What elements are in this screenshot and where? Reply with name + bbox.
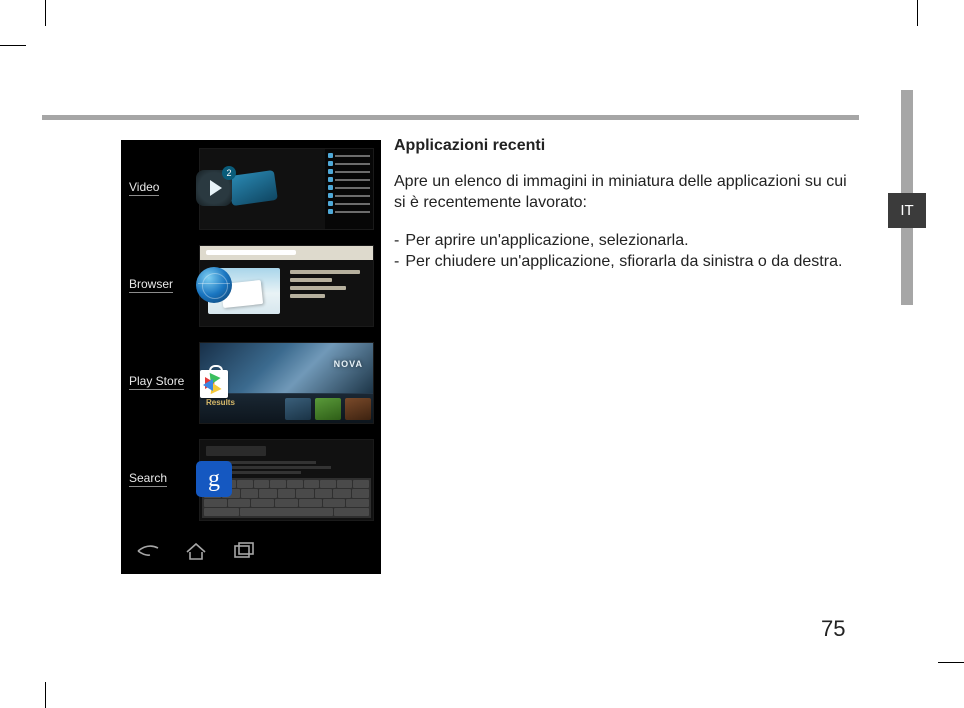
recent-app-label: Play Store [129,374,184,388]
body-text: Applicazioni recenti Apre un elenco di i… [394,135,854,273]
instruction-list: Per aprire un'applicazione, selezionarla… [394,230,854,273]
crop-mark [917,0,918,26]
video-play-icon: 2 [196,170,232,206]
recent-app-video[interactable]: 2 Video [121,140,381,237]
recent-app-label: Browser [129,277,173,291]
section-heading: Applicazioni recenti [394,135,854,157]
google-icon: g [196,461,232,497]
recent-app-label: Video [129,180,159,194]
recent-app-search[interactable]: g Search [121,431,381,528]
crop-mark [45,0,46,26]
globe-icon [196,267,232,303]
recent-app-playstore[interactable]: Play Store [121,334,381,431]
crop-mark [45,682,46,708]
crop-mark [0,45,26,46]
recent-apps-list: 2 Video Browser [121,140,381,528]
back-icon[interactable] [135,540,161,562]
notification-badge: 2 [222,166,236,180]
instruction-item: Per chiudere un'applicazione, sfiorarla … [394,251,854,273]
device-screenshot: 2 Video Browser [121,140,381,574]
crop-mark [938,662,964,663]
language-tab: IT [888,193,926,228]
page-number: 75 [821,616,845,642]
play-store-icon [196,364,232,400]
recent-app-browser[interactable]: Browser [121,237,381,334]
instruction-item: Per aprire un'applicazione, selezionarla… [394,230,854,252]
intro-paragraph: Apre un elenco di immagini in miniatura … [394,171,854,214]
recent-app-label: Search [129,471,167,485]
section-rule [42,115,859,120]
system-navbar [121,528,381,574]
recent-apps-icon[interactable] [231,540,257,562]
home-icon[interactable] [183,540,209,562]
